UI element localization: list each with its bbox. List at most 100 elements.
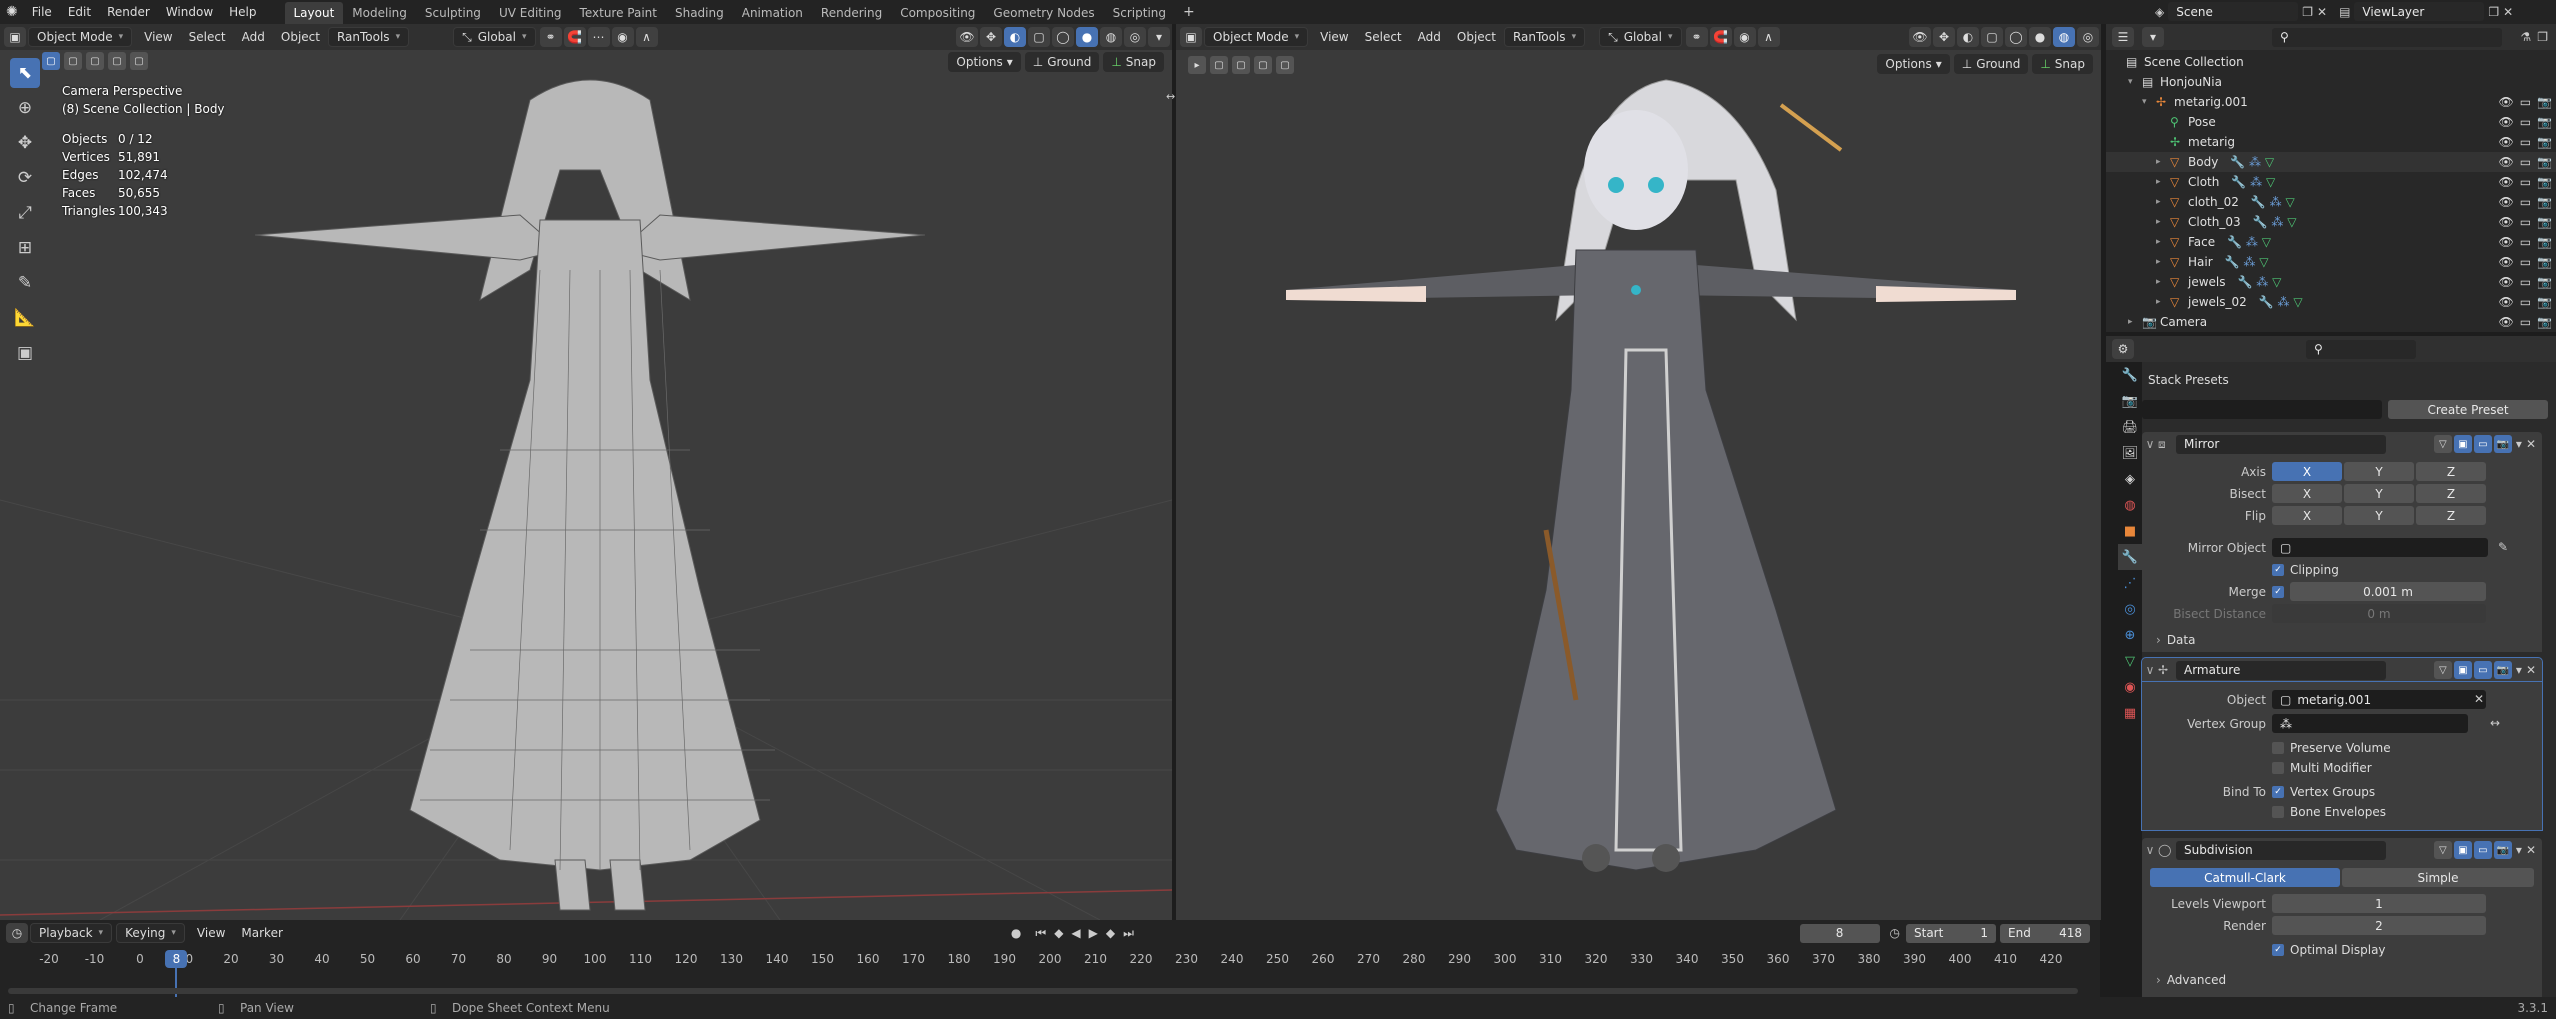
cage-icon[interactable]: ▣: [2453, 435, 2472, 453]
menu-render[interactable]: Render: [99, 0, 158, 24]
menu-edit[interactable]: Edit: [60, 0, 99, 24]
catmull-clark-toggle[interactable]: Catmull-Clark: [2150, 868, 2340, 887]
snap-toggle-icon[interactable]: 🧲: [563, 27, 586, 47]
outliner-row-jewels-02[interactable]: ▸ ▽ jewels_02 🔧 ⁂ ▽ 👁 ▭ 📷: [2106, 292, 2556, 312]
orientation-dropdown[interactable]: ⤡ Global: [453, 27, 536, 47]
render-levels-field[interactable]: 2: [2272, 916, 2486, 935]
outliner-row-jewels[interactable]: ▸ ▽ jewels 🔧 ⁂ ▽ 👁 ▭ 📷: [2106, 272, 2556, 292]
marker-menu[interactable]: Marker: [233, 926, 290, 940]
axis-x-toggle[interactable]: X: [2272, 462, 2342, 481]
eye-icon[interactable]: 👁: [2498, 175, 2513, 189]
area-split-icon[interactable]: ↔: [1166, 90, 1175, 103]
end-frame-field[interactable]: End 418: [2000, 923, 2090, 943]
left-viewport[interactable]: ⬉ ⊕ ✥ ⟳ ⤢ ⊞ ✎ 📐 ▣ ▢ ▢ ▢ ▢ ▢ Camera Persp…: [0, 50, 1172, 920]
armature-object-field[interactable]: ▢ metarig.001: [2272, 690, 2486, 709]
outliner-row-body[interactable]: ▸ ▽ Body 🔧 ⁂ ▽ 👁 ▭ 📷: [2106, 152, 2556, 172]
bisect-distance-field[interactable]: 0 m: [2272, 604, 2486, 623]
mode-dropdown-right[interactable]: Object Mode: [1204, 27, 1309, 47]
rantools-menu-right[interactable]: RanTools: [1503, 27, 1586, 47]
simple-toggle[interactable]: Simple: [2342, 868, 2534, 887]
axis-y-toggle[interactable]: Y: [2344, 462, 2414, 481]
ground-button-right[interactable]: ⊥ Ground: [1953, 54, 2029, 74]
expand-icon[interactable]: ▸: [2156, 217, 2170, 227]
texture-tab-icon[interactable]: ▦: [2118, 700, 2142, 726]
right-viewport[interactable]: ▸ ▢ ▢ ▢ ▢ Options ▾ ⊥ Ground ⊥ Snap: [1176, 50, 2101, 920]
viewport-icon[interactable]: ▭: [2520, 175, 2531, 189]
edit-mode-icon[interactable]: ▽: [2433, 435, 2452, 453]
outliner-row-scene-collection[interactable]: ▤ Scene Collection: [2106, 52, 2556, 72]
tab-texture-paint[interactable]: Texture Paint: [571, 2, 666, 24]
select-extend-icon[interactable]: ▢: [64, 52, 82, 70]
particles-tab-icon[interactable]: ⋰: [2118, 570, 2142, 596]
playhead[interactable]: 8: [165, 950, 188, 968]
viewport-icon[interactable]: ▭: [2520, 95, 2531, 109]
outliner-row-face[interactable]: ▸ ▽ Face 🔧 ⁂ ▽ 👁 ▭ 📷: [2106, 232, 2556, 252]
render-camera-icon[interactable]: 📷: [2537, 155, 2552, 169]
expand-icon[interactable]: ▸: [2156, 237, 2170, 247]
render-camera-icon[interactable]: 📷: [2537, 175, 2552, 189]
collapse-mirror-icon[interactable]: ∨: [2142, 437, 2158, 451]
render-camera-icon[interactable]: 📷: [2537, 275, 2552, 289]
record-icon[interactable]: ●: [1011, 926, 1021, 940]
options-dropdown-right[interactable]: Options ▾: [1877, 54, 1950, 74]
select-new-icon[interactable]: ▢: [42, 52, 60, 70]
tab-geometry-nodes[interactable]: Geometry Nodes: [984, 2, 1103, 24]
overlay-icon[interactable]: ◐: [1004, 27, 1026, 47]
data-subpanel[interactable]: › Data: [2156, 630, 2195, 650]
edit-mode-icon-subdiv[interactable]: ▽: [2433, 841, 2452, 859]
subdivision-delete-icon[interactable]: ✕: [2526, 843, 2536, 857]
menu-view-right[interactable]: View: [1312, 30, 1356, 44]
optimal-display-checkbox[interactable]: ✓ Optimal Display: [2272, 940, 2386, 960]
vertex-group-field[interactable]: ⁂: [2272, 714, 2468, 733]
visibility-icon-right[interactable]: 👁: [1909, 27, 1931, 47]
render-camera-icon[interactable]: 📷: [2537, 235, 2552, 249]
mode-dropdown[interactable]: Object Mode: [28, 27, 133, 47]
jump-end-icon[interactable]: ⏭: [1123, 926, 1134, 941]
menu-view[interactable]: View: [136, 30, 180, 44]
tab-rendering[interactable]: Rendering: [812, 2, 891, 24]
outliner-row-honjounia[interactable]: ▾ ▤ HonjouNia: [2106, 72, 2556, 92]
visibility-icon[interactable]: 👁: [956, 27, 978, 47]
collapse-subdivision-icon[interactable]: ∨: [2142, 843, 2158, 857]
menu-add-right[interactable]: Add: [1410, 30, 1449, 44]
properties-editor-icon[interactable]: ⚙: [2112, 339, 2134, 359]
world-tab-icon[interactable]: ◍: [2118, 492, 2142, 518]
clipping-checkbox[interactable]: ✓ Clipping: [2272, 560, 2339, 580]
current-frame-field[interactable]: 8: [1799, 923, 1880, 943]
expand-icon[interactable]: ▸: [2156, 157, 2170, 167]
render-display-icon-armature[interactable]: 📷: [2493, 661, 2512, 679]
bisect-z-toggle[interactable]: Z: [2416, 484, 2486, 503]
select-subtract-icon-right[interactable]: ▢: [1254, 56, 1272, 74]
menu-object-right[interactable]: Object: [1449, 30, 1504, 44]
orientation-dropdown-right[interactable]: ⤡ Global: [1599, 27, 1682, 47]
shading-options-icon[interactable]: ▾: [1148, 27, 1170, 47]
preset-name-field[interactable]: [2142, 400, 2382, 419]
expand-icon[interactable]: ▸: [2156, 257, 2170, 267]
outliner-row-camera[interactable]: ▸ 📷 Camera 👁 ▭ 📷: [2106, 312, 2556, 332]
measure-tool-icon[interactable]: 📐: [10, 303, 40, 333]
preserve-volume-checkbox[interactable]: Preserve Volume: [2272, 738, 2391, 758]
add-workspace-icon[interactable]: +: [1175, 4, 1203, 20]
select-extend-icon-right[interactable]: ▢: [1232, 56, 1250, 74]
viewport-icon[interactable]: ▭: [2520, 315, 2531, 329]
snap-target-icon[interactable]: ⋯: [587, 27, 610, 47]
eye-icon[interactable]: 👁: [2498, 135, 2513, 149]
move-tool-icon[interactable]: ✥: [10, 128, 40, 158]
bone-envelopes-checkbox[interactable]: Bone Envelopes: [2272, 802, 2386, 822]
expand-icon[interactable]: ▸: [2156, 297, 2170, 307]
expand-icon[interactable]: ▸: [2128, 317, 2142, 327]
scene-tab-icon[interactable]: ◈: [2118, 466, 2142, 492]
subdivision-options-icon[interactable]: ▾: [2516, 843, 2522, 857]
snap-button-right[interactable]: ⊥ Snap: [2032, 54, 2093, 74]
viewport-display-icon-armature[interactable]: ▭: [2473, 661, 2492, 679]
viewport-icon[interactable]: ▭: [2520, 195, 2531, 209]
ground-button[interactable]: ⊥ Ground: [1024, 52, 1100, 72]
mirror-name-field[interactable]: Mirror: [2176, 434, 2386, 454]
tab-shading[interactable]: Shading: [666, 2, 733, 24]
menu-object[interactable]: Object: [273, 30, 328, 44]
selection-mode-icons-right[interactable]: ▸ ▢ ▢ ▢ ▢: [1186, 56, 1294, 74]
select-invert-icon[interactable]: ▢: [108, 52, 126, 70]
delete-view-layer-icon[interactable]: ✕: [2503, 5, 2513, 19]
pivot-icon[interactable]: ⚭: [539, 27, 562, 47]
rotate-tool-icon[interactable]: ⟳: [10, 163, 40, 193]
